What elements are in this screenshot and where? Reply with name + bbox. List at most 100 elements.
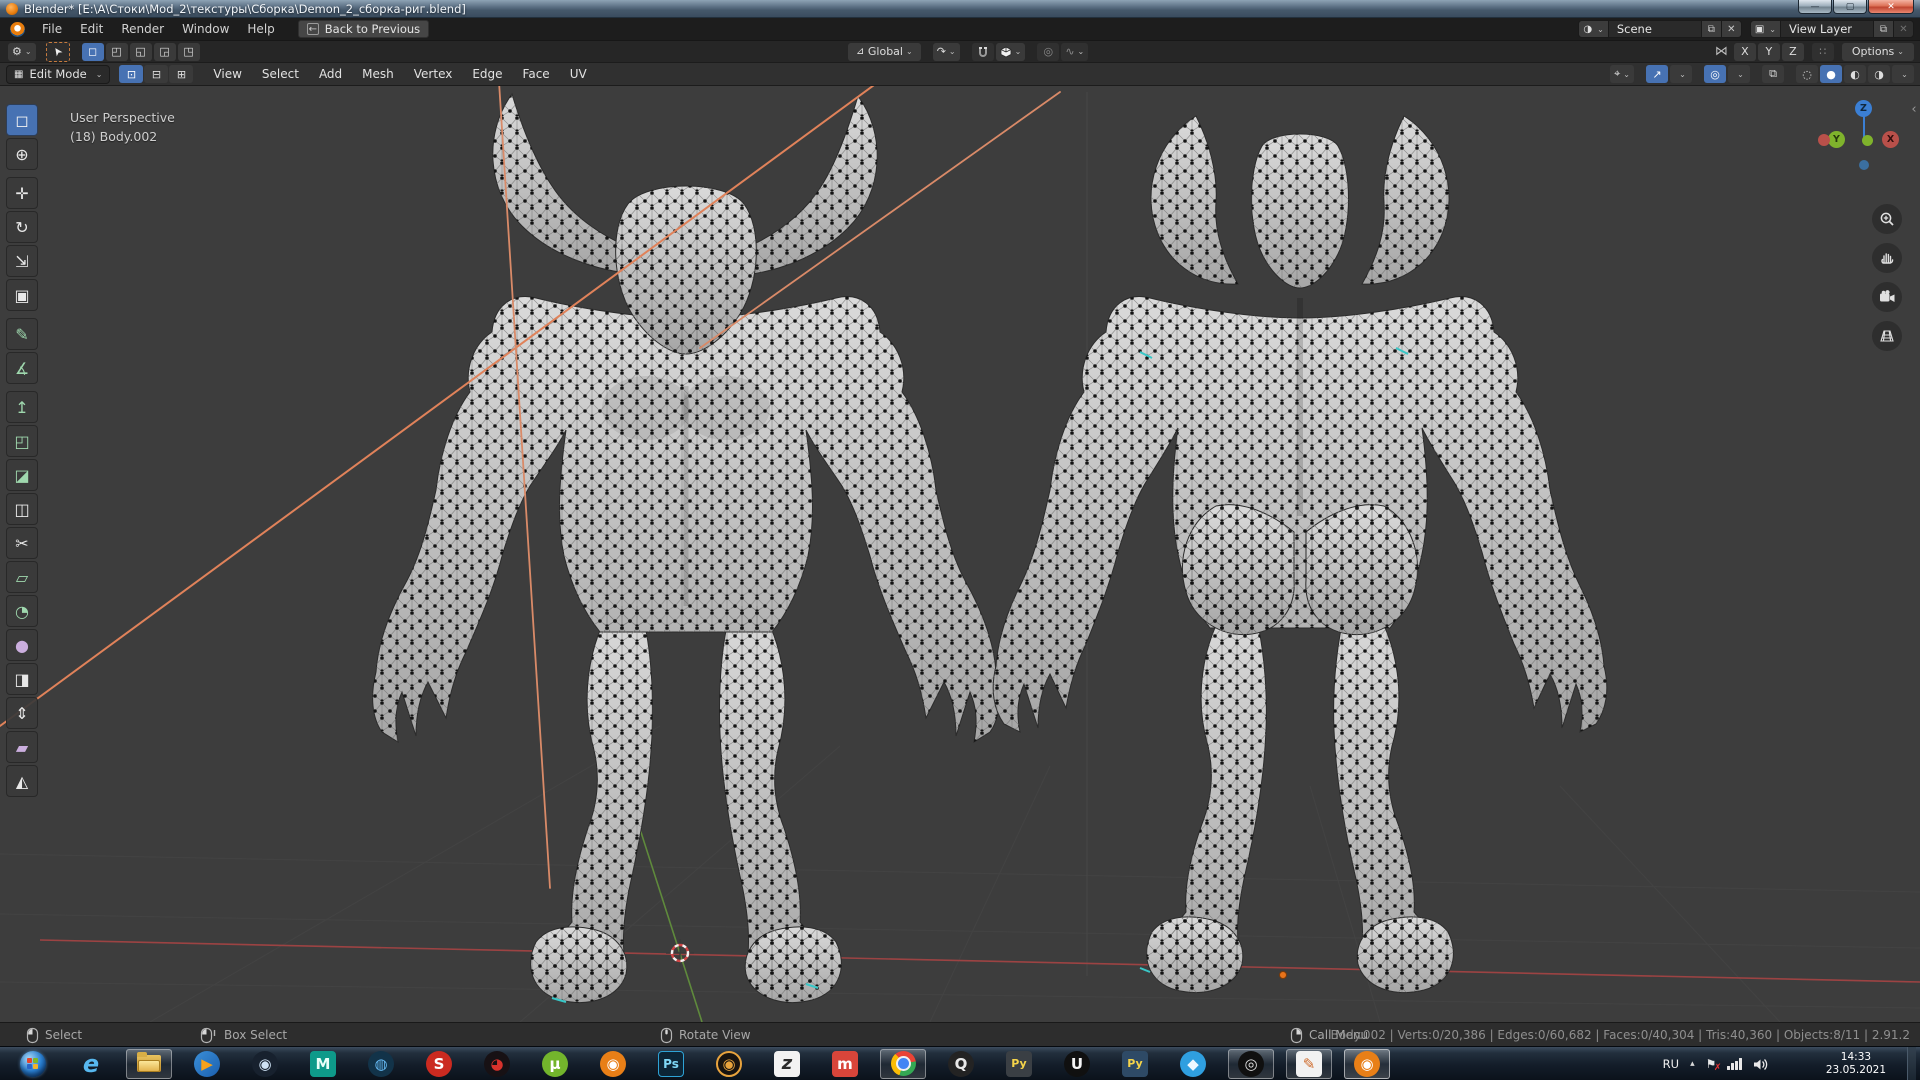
snap-target-dropdown[interactable]: ↷ ⌄ bbox=[932, 42, 960, 61]
menu-add[interactable]: Add bbox=[309, 63, 352, 85]
tool-inset-faces[interactable]: ◰ bbox=[6, 425, 38, 457]
taskbar-zbrush[interactable]: z bbox=[758, 1047, 816, 1080]
scene-copy-icon[interactable]: ⧉ bbox=[1700, 21, 1721, 37]
tool-measure[interactable]: ∡ bbox=[6, 352, 38, 384]
tool-annotate[interactable]: ✎ bbox=[6, 318, 38, 350]
proportional-falloff-dropdown[interactable]: ∿ ⌄ bbox=[1061, 42, 1089, 61]
overlays-dropdown[interactable]: ⌄ bbox=[1728, 65, 1750, 83]
tool-rotate[interactable]: ↻ bbox=[6, 211, 38, 243]
menu-file[interactable]: File bbox=[33, 18, 71, 40]
menu-select[interactable]: Select bbox=[252, 63, 309, 85]
tool-select-box[interactable]: ◻ bbox=[6, 104, 38, 136]
volume-icon[interactable] bbox=[1753, 1058, 1769, 1071]
view-layer-remove-icon[interactable]: ✕ bbox=[1893, 21, 1913, 37]
menu-mesh[interactable]: Mesh bbox=[352, 63, 404, 85]
tool-edge-slide[interactable]: ◨ bbox=[6, 663, 38, 695]
show-desktop-button[interactable] bbox=[1907, 1047, 1916, 1080]
sidebar-collapse-arrow[interactable]: ‹ bbox=[1908, 102, 1920, 117]
taskbar-chrome[interactable] bbox=[874, 1047, 932, 1080]
taskbar-utorrent[interactable]: µ bbox=[526, 1047, 584, 1080]
mirror-y-button[interactable]: Y bbox=[1757, 42, 1780, 61]
taskbar-internet-explorer[interactable]: e bbox=[62, 1047, 120, 1080]
action-center-flag-icon[interactable]: ⚑ ✗ bbox=[1706, 1057, 1722, 1073]
tool-scale[interactable]: ⇲ bbox=[6, 245, 38, 277]
tool-extrude-region[interactable]: ↥ bbox=[6, 391, 38, 423]
gizmo-x-neg-dot[interactable] bbox=[1818, 134, 1830, 146]
tool-knife[interactable]: ✂ bbox=[6, 527, 38, 559]
camera-view-button[interactable] bbox=[1872, 282, 1902, 312]
taskbar-maya[interactable]: M bbox=[294, 1047, 352, 1080]
taskbar-aperture-app[interactable]: ◍ bbox=[352, 1047, 410, 1080]
select-mode-intersect[interactable]: ◳ bbox=[177, 42, 200, 61]
taskbar-dark-red-app[interactable]: ◕ bbox=[468, 1047, 526, 1080]
tool-bevel[interactable]: ◪ bbox=[6, 459, 38, 491]
tool-shrink-fatten[interactable]: ⇕ bbox=[6, 697, 38, 729]
taskbar-photoshop[interactable]: Ps bbox=[642, 1047, 700, 1080]
gizmo-z-neg-dot[interactable] bbox=[1859, 160, 1869, 170]
menu-vertex[interactable]: Vertex bbox=[404, 63, 463, 85]
language-indicator[interactable]: RU bbox=[1663, 1057, 1679, 1071]
taskbar-python-console[interactable]: Py bbox=[1106, 1047, 1164, 1080]
object-visibility-dropdown[interactable]: ⌖ ⌄ bbox=[1610, 65, 1634, 83]
mirror-z-button[interactable]: Z bbox=[1781, 42, 1804, 61]
taskbar-blender-current[interactable]: ◉ bbox=[1338, 1047, 1396, 1080]
clock[interactable]: 14:33 23.05.2021 bbox=[1826, 1051, 1886, 1077]
tool-transform[interactable]: ▣ bbox=[6, 279, 38, 311]
taskbar-windows-explorer[interactable] bbox=[120, 1047, 178, 1080]
xray-toggle[interactable]: ⧉ bbox=[1762, 65, 1784, 83]
editor-type-button[interactable]: ⚙ ⌄ bbox=[8, 42, 36, 61]
show-overlays-toggle[interactable]: ◎ bbox=[1704, 65, 1726, 83]
scene-unlink-icon[interactable]: ✕ bbox=[1720, 21, 1741, 37]
show-gizmo-toggle[interactable]: ↗ bbox=[1646, 65, 1668, 83]
taskbar-steam[interactable]: ◉ bbox=[236, 1047, 294, 1080]
taskbar-pureref[interactable]: Q bbox=[932, 1047, 990, 1080]
select-mode-subtract[interactable]: ◱ bbox=[129, 42, 152, 61]
viewport-3d[interactable]: User Perspective (18) Body.002 ◻ ⊕ ✛ ↻ ⇲… bbox=[0, 86, 1920, 1022]
edge-select-button[interactable]: ⊟ bbox=[144, 65, 169, 83]
gizmo-y-axis[interactable]: Y bbox=[1828, 131, 1845, 148]
taskbar-media-player[interactable]: ▶ bbox=[178, 1047, 236, 1080]
select-mode-extend[interactable]: ◰ bbox=[105, 42, 128, 61]
hidden-icons-arrow[interactable]: ▴ bbox=[1690, 1059, 1695, 1069]
network-signal-icon[interactable] bbox=[1727, 1058, 1742, 1070]
tool-move[interactable]: ✛ bbox=[6, 177, 38, 209]
menu-window[interactable]: Window bbox=[173, 18, 238, 40]
mode-dropdown[interactable]: ▦ Edit Mode ⌄ bbox=[6, 64, 111, 84]
options-dropdown[interactable]: Options ⌄ bbox=[1841, 42, 1914, 61]
menu-uv[interactable]: UV bbox=[560, 63, 597, 85]
restore-button[interactable]: ▢ bbox=[1833, 0, 1867, 14]
snap-toggle-magnet[interactable] bbox=[971, 42, 994, 61]
menu-render[interactable]: Render bbox=[112, 18, 173, 40]
blender-menu-icon[interactable] bbox=[10, 21, 25, 37]
taskbar-marmoset-toolbag[interactable]: ◉ bbox=[700, 1047, 758, 1080]
menu-edit[interactable]: Edit bbox=[71, 18, 112, 40]
taskbar-red-m-app[interactable]: m bbox=[816, 1047, 874, 1080]
taskbar-obs-studio[interactable]: ◎ bbox=[1222, 1047, 1280, 1080]
menu-edge[interactable]: Edge bbox=[462, 63, 512, 85]
view-layer-copy-icon[interactable]: ⧉ bbox=[1873, 21, 1893, 37]
taskbar-substance-painter[interactable]: S bbox=[410, 1047, 468, 1080]
select-mode-set[interactable]: ◻ bbox=[81, 42, 104, 61]
view-layer-browse-icon[interactable]: ▣ ⌄ bbox=[1750, 21, 1781, 37]
taskbar-paint-app[interactable]: ✎ bbox=[1280, 1047, 1338, 1080]
gizmo-x-axis[interactable]: X bbox=[1882, 131, 1899, 148]
tool-shear[interactable]: ▰ bbox=[6, 731, 38, 763]
shading-wireframe-button[interactable]: ◌ bbox=[1796, 65, 1818, 83]
proportional-editing-toggle[interactable]: ◎ bbox=[1037, 42, 1060, 61]
zoom-button[interactable] bbox=[1872, 204, 1902, 234]
tool-cursor[interactable]: ⊕ bbox=[6, 138, 38, 170]
navigation-gizmo[interactable]: Z Y X bbox=[1818, 98, 1906, 182]
scene-name-field[interactable]: Scene bbox=[1609, 22, 1701, 36]
taskbar-blue-pin-app[interactable]: ◆ bbox=[1164, 1047, 1222, 1080]
taskbar-unreal-engine[interactable]: U bbox=[1048, 1047, 1106, 1080]
vertex-select-button[interactable]: ⊡ bbox=[119, 65, 144, 83]
gizmo-z-axis[interactable]: Z bbox=[1855, 100, 1872, 117]
snap-points-icon[interactable]: ∷ bbox=[1811, 42, 1834, 61]
tool-poly-build[interactable]: ▱ bbox=[6, 561, 38, 593]
tool-spin[interactable]: ◔ bbox=[6, 595, 38, 627]
select-mode-invert[interactable]: ◲ bbox=[153, 42, 176, 61]
shading-solid-button[interactable]: ● bbox=[1820, 65, 1842, 83]
gizmo-dropdown[interactable]: ⌄ bbox=[1670, 65, 1692, 83]
tool-loop-cut[interactable]: ◫ bbox=[6, 493, 38, 525]
close-button[interactable]: ✕ bbox=[1868, 0, 1914, 14]
